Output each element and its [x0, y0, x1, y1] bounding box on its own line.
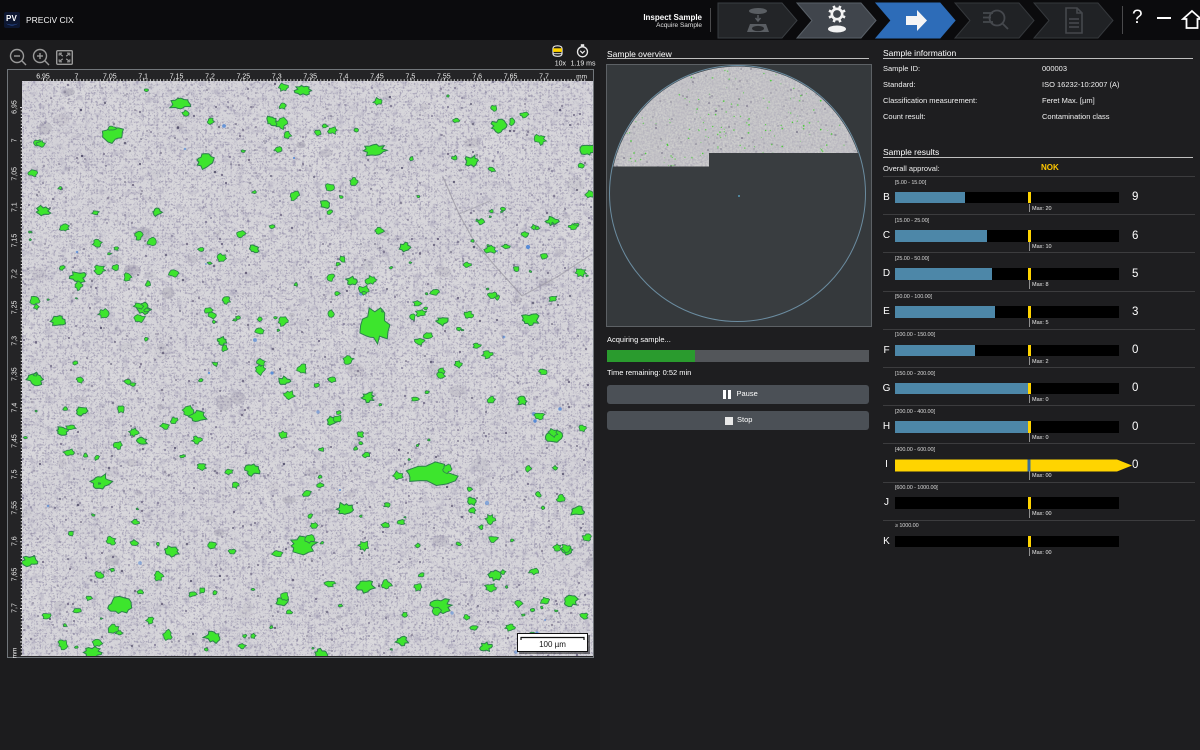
svg-text:mm: mm — [12, 648, 19, 658]
svg-text:7,1: 7,1 — [12, 202, 19, 212]
svg-text:7,5: 7,5 — [12, 469, 19, 479]
svg-text:7,15: 7,15 — [12, 234, 19, 248]
svg-text:7,05: 7,05 — [12, 167, 19, 181]
svg-text:7,35: 7,35 — [12, 367, 19, 381]
svg-text:7,4: 7,4 — [12, 403, 19, 413]
svg-text:7,2: 7,2 — [12, 269, 19, 279]
svg-text:7,7: 7,7 — [12, 603, 19, 613]
svg-text:7,65: 7,65 — [12, 568, 19, 582]
svg-text:1.19 ms: 1.19 ms — [571, 61, 596, 68]
svg-text:100 µm: 100 µm — [539, 640, 566, 649]
svg-text:7,55: 7,55 — [12, 501, 19, 515]
svg-text:10x: 10x — [555, 61, 567, 68]
svg-text:7,45: 7,45 — [12, 434, 19, 448]
svg-text:7: 7 — [12, 138, 19, 142]
svg-text:7,25: 7,25 — [12, 300, 19, 314]
svg-text:7,6: 7,6 — [12, 536, 19, 546]
svg-text:7,3: 7,3 — [12, 336, 19, 346]
svg-text:6,95: 6,95 — [12, 100, 19, 114]
